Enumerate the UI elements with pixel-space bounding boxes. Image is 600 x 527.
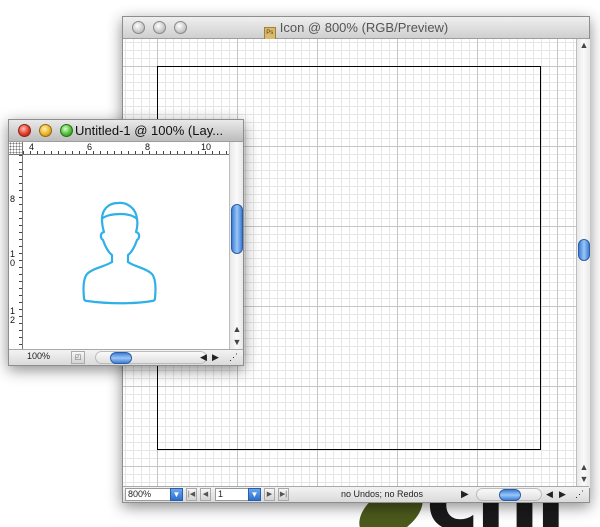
vertical-scroll-thumb[interactable] bbox=[231, 204, 243, 254]
resize-grip-icon[interactable]: ⋰ bbox=[575, 488, 584, 501]
scroll-down-arrow-icon[interactable]: ▼ bbox=[577, 473, 591, 485]
scroll-right-arrow-icon[interactable]: ▶ bbox=[559, 488, 566, 501]
horizontal-scroll-thumb[interactable] bbox=[110, 352, 132, 364]
scroll-right-arrow-icon[interactable]: ▶ bbox=[212, 351, 219, 364]
ruler-label: 8 bbox=[145, 142, 151, 152]
scroll-up-arrow-icon[interactable]: ▲ bbox=[577, 461, 591, 473]
ruler-label: 1 0 bbox=[10, 249, 16, 268]
horizontal-scroll-thumb[interactable] bbox=[499, 489, 521, 501]
zoom-popup-arrow-icon[interactable]: ▼ bbox=[170, 488, 183, 501]
page-popup-arrow-icon[interactable]: ▼ bbox=[248, 488, 261, 501]
status-menu-arrow-icon[interactable]: ▶ bbox=[461, 488, 469, 501]
prev-page-icon[interactable]: ◀ bbox=[200, 488, 211, 501]
resize-grip-icon[interactable]: ⋰ bbox=[229, 351, 238, 364]
small-vertical-scrollbar[interactable]: ▲ ▼ bbox=[229, 142, 243, 351]
zoom-level-field[interactable]: 800% bbox=[125, 488, 171, 501]
person-silhouette-icon bbox=[82, 201, 157, 305]
scroll-up-arrow-icon[interactable]: ▲ bbox=[577, 39, 591, 51]
scroll-down-arrow-icon[interactable]: ▼ bbox=[230, 336, 244, 348]
small-window-title: Untitled-1 @ 100% (Lay... bbox=[75, 123, 224, 138]
main-window-title: Icon @ 800% (RGB/Preview) bbox=[279, 20, 449, 35]
horizontal-scroll-track[interactable] bbox=[476, 488, 542, 501]
vertical-ruler[interactable]: 8 1 0 1 2 bbox=[9, 155, 23, 351]
main-vertical-scrollbar[interactable]: ▲ ▲ ▼ bbox=[576, 39, 590, 488]
main-status-bar: 800% ▼ |◀ ◀ 1 ▼ ▶ ▶| no Undos; no Redos … bbox=[123, 486, 589, 502]
last-page-icon[interactable]: ▶| bbox=[278, 488, 289, 501]
ruler-label: 8 bbox=[10, 194, 16, 204]
ruler-origin-corner[interactable] bbox=[9, 142, 23, 155]
zoom-button[interactable] bbox=[60, 124, 73, 137]
scroll-left-arrow-icon[interactable]: ◀ bbox=[546, 488, 553, 501]
vertical-scroll-thumb[interactable] bbox=[578, 239, 590, 261]
zoom-level-field[interactable]: 100% bbox=[11, 351, 67, 364]
ruler-label: 6 bbox=[87, 142, 93, 152]
small-status-bar: 100% ◰ ◀ ▶ ⋰ bbox=[9, 349, 243, 365]
horizontal-scroll-track[interactable] bbox=[95, 351, 207, 364]
small-window-titlebar[interactable]: Untitled-1 @ 100% (Lay... bbox=[9, 120, 243, 142]
ruler-label: 4 bbox=[29, 142, 35, 152]
undo-status-text: no Undos; no Redos bbox=[341, 489, 424, 499]
untitled-document-window: Untitled-1 @ 100% (Lay... 4 6 8 10 8 1 0… bbox=[8, 119, 244, 366]
main-window-title-container: Ps Icon @ 800% (RGB/Preview) bbox=[123, 17, 589, 40]
minimize-button[interactable] bbox=[39, 124, 52, 137]
close-button[interactable] bbox=[18, 124, 31, 137]
ruler-label: 1 2 bbox=[10, 306, 16, 325]
scroll-left-arrow-icon[interactable]: ◀ bbox=[200, 351, 207, 364]
horizontal-ruler[interactable]: 4 6 8 10 bbox=[23, 142, 229, 155]
document-canvas[interactable] bbox=[24, 156, 229, 351]
first-page-icon[interactable]: |◀ bbox=[186, 488, 197, 501]
desktop: chi PsIcon @ 800% (RGB/Preview) ▲ ▲ ▼ 80… bbox=[0, 0, 600, 527]
scroll-up-arrow-icon[interactable]: ▲ bbox=[230, 323, 244, 335]
document-info-icon[interactable]: ◰ bbox=[71, 351, 85, 364]
page-number-field[interactable]: 1 bbox=[215, 488, 249, 501]
main-window-titlebar[interactable]: Ps Icon @ 800% (RGB/Preview) bbox=[123, 17, 589, 40]
next-page-icon[interactable]: ▶ bbox=[264, 488, 275, 501]
ruler-label: 10 bbox=[201, 142, 212, 152]
